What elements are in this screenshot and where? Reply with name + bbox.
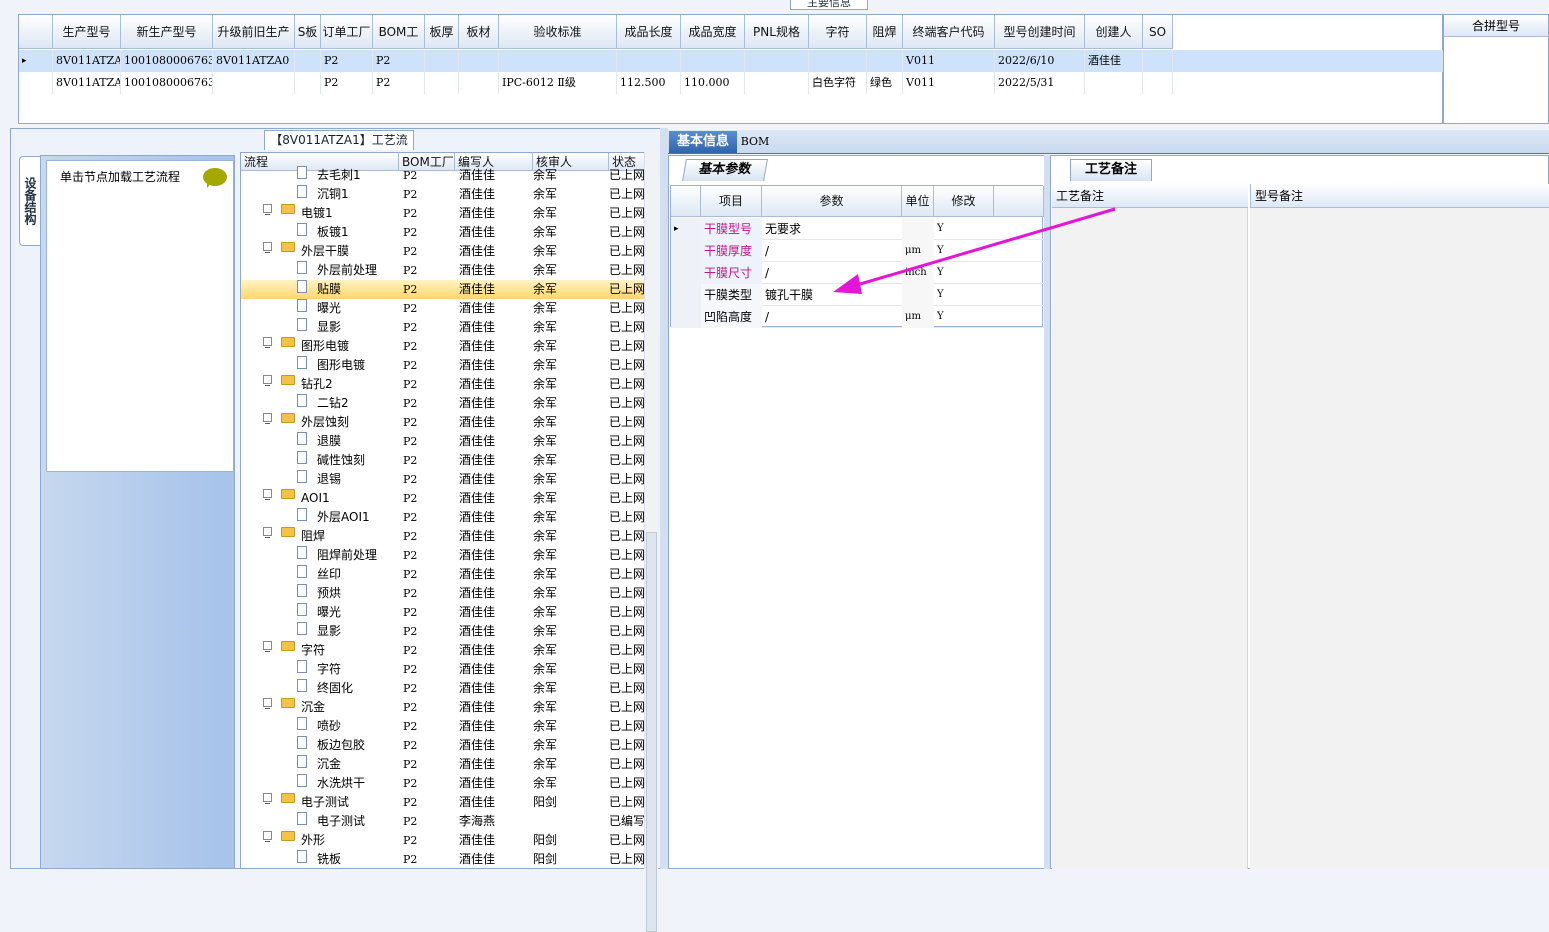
arrow-head <box>833 274 862 294</box>
arrow-line <box>849 207 1116 289</box>
annotation-arrow <box>833 207 1116 294</box>
